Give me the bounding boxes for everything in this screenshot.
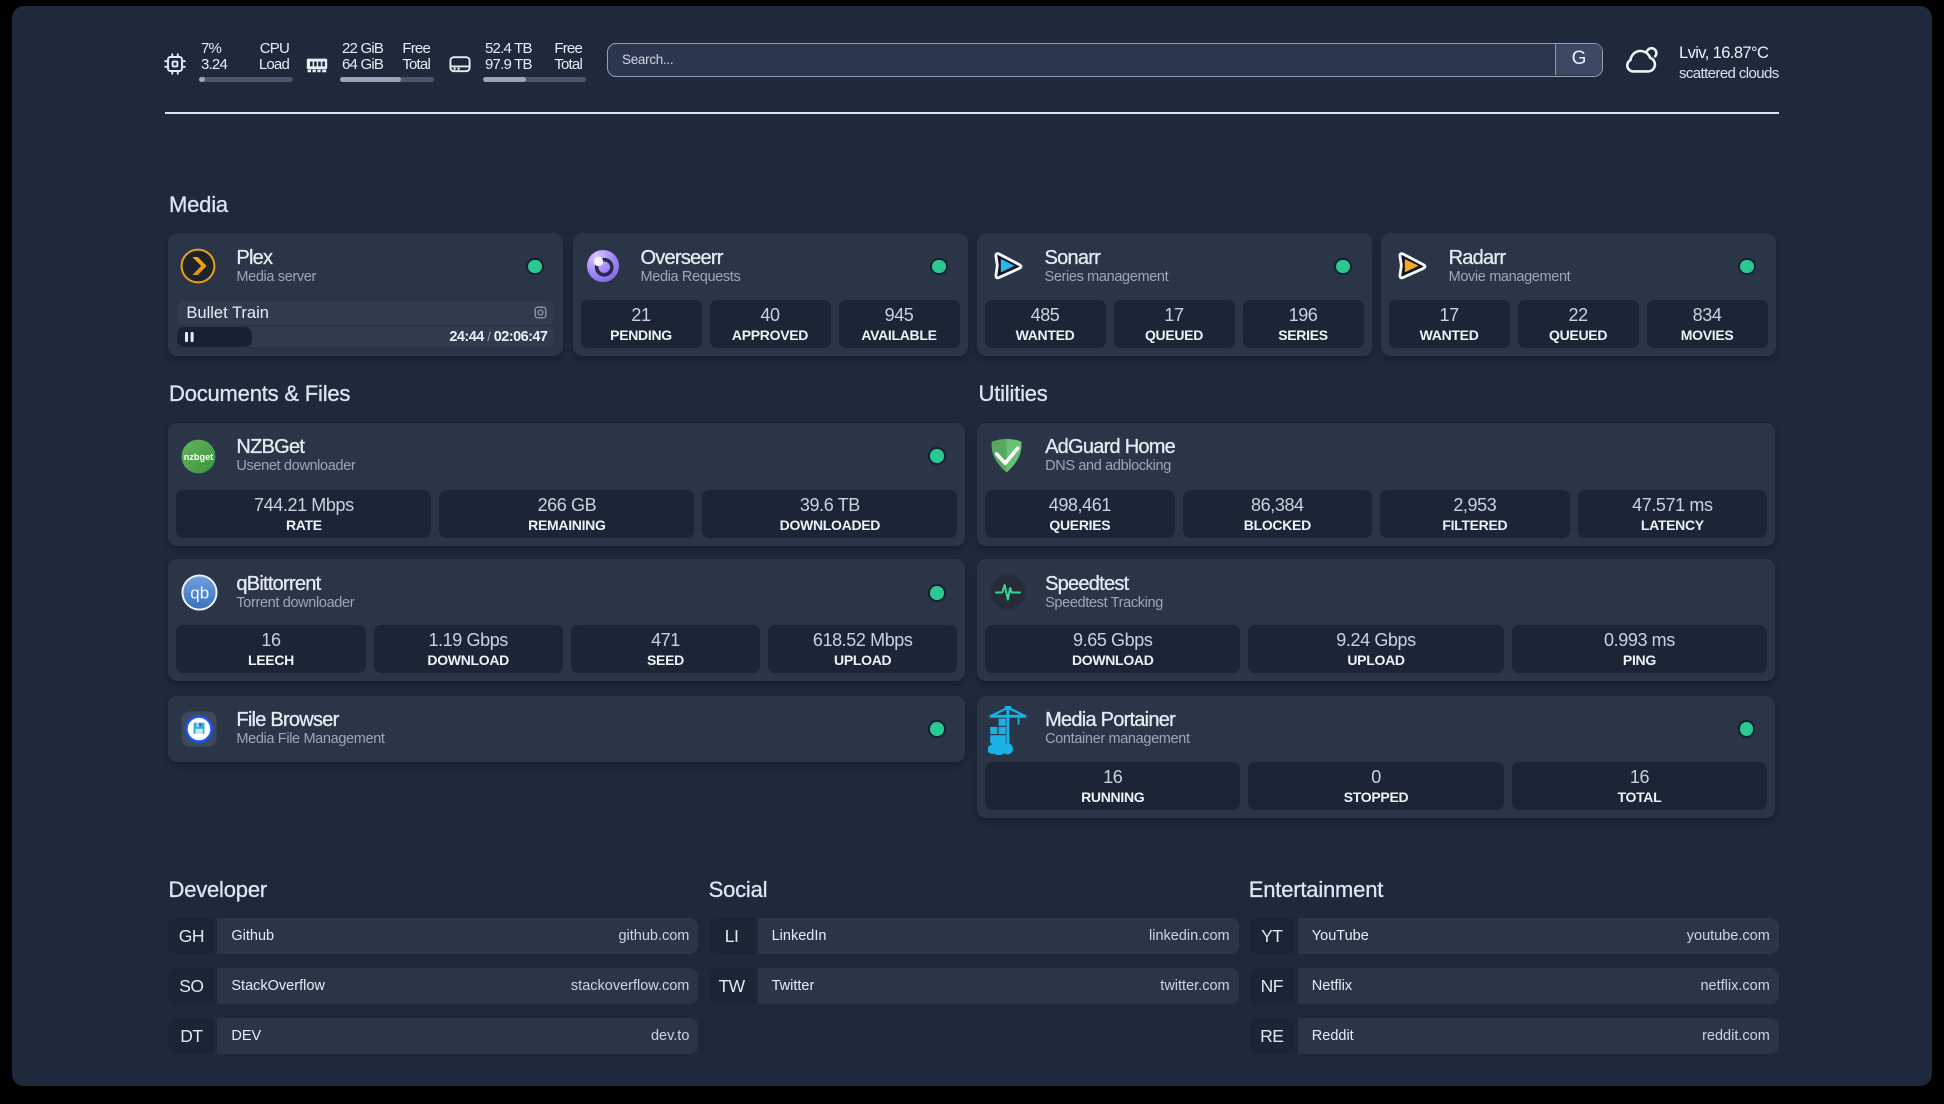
svg-text:qb: qb (191, 584, 210, 603)
svg-text:nzbget: nzbget (184, 451, 213, 461)
